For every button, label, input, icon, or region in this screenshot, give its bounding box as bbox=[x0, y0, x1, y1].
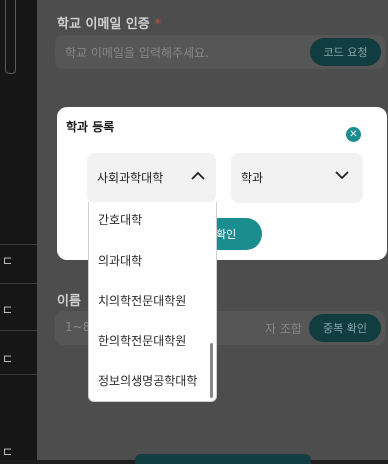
dropdown-option[interactable]: 한의학전문대학원 bbox=[98, 332, 186, 349]
email-label: 학교 이메일 인증 * bbox=[57, 13, 161, 32]
college-dropdown-list: 간호대학 의과대학 치의학전문대학원 한의학전문대학원 정보의생명공학대학 bbox=[88, 202, 217, 402]
close-icon[interactable]: ✕ bbox=[346, 127, 361, 142]
major-select[interactable]: 학과 bbox=[231, 153, 363, 203]
submit-button-edge[interactable] bbox=[135, 454, 311, 464]
name-label: 이름 bbox=[57, 294, 81, 309]
name-placeholder-prefix: 1~8 bbox=[65, 320, 91, 334]
sidebar-divider bbox=[0, 374, 37, 375]
sidebar-mark-icon: ⊏ bbox=[3, 352, 13, 365]
code-request-button[interactable]: 코드 요청 bbox=[310, 38, 381, 66]
email-placeholder: 학교 이메일을 입력해주세요. bbox=[65, 46, 209, 60]
dropdown-option[interactable]: 치의학전문대학원 bbox=[98, 292, 186, 309]
college-select-value: 사회과학대학 bbox=[97, 171, 164, 185]
sidebar-mark-icon: ⊏ bbox=[3, 303, 13, 316]
sidebar-divider bbox=[0, 330, 37, 331]
dropdown-option[interactable]: 의과대학 bbox=[98, 252, 142, 269]
dropdown-option[interactable]: 정보의생명공학대학 bbox=[98, 372, 197, 389]
sidebar-panel-frame bbox=[5, 0, 16, 74]
email-label-text: 학교 이메일 인증 bbox=[57, 17, 150, 32]
name-placeholder-suffix: 자 조합 bbox=[265, 322, 302, 336]
college-select[interactable]: 사회과학대학 bbox=[87, 153, 216, 203]
dropdown-option[interactable]: 간호대학 bbox=[98, 211, 142, 228]
sidebar-divider bbox=[0, 244, 37, 245]
modal-title: 학과 등록 bbox=[66, 120, 115, 134]
background-sidebar: ⊏ ⊏ ⊏ ⊏ bbox=[0, 0, 37, 460]
confirm-label: 확인 bbox=[216, 228, 237, 241]
sidebar-divider bbox=[0, 283, 37, 284]
email-field[interactable]: 학교 이메일을 입력해주세요. 코드 요청 bbox=[55, 35, 385, 69]
chevron-down-icon bbox=[335, 171, 349, 180]
major-select-value: 학과 bbox=[241, 171, 264, 185]
duplicate-check-button[interactable]: 중복 확인 bbox=[309, 314, 381, 342]
required-mark: * bbox=[154, 17, 162, 32]
sidebar-mark-icon: ⊏ bbox=[3, 445, 13, 458]
sidebar-mark-icon: ⊏ bbox=[3, 254, 13, 267]
dropdown-scrollbar[interactable] bbox=[210, 343, 213, 398]
chevron-up-icon bbox=[191, 171, 205, 180]
